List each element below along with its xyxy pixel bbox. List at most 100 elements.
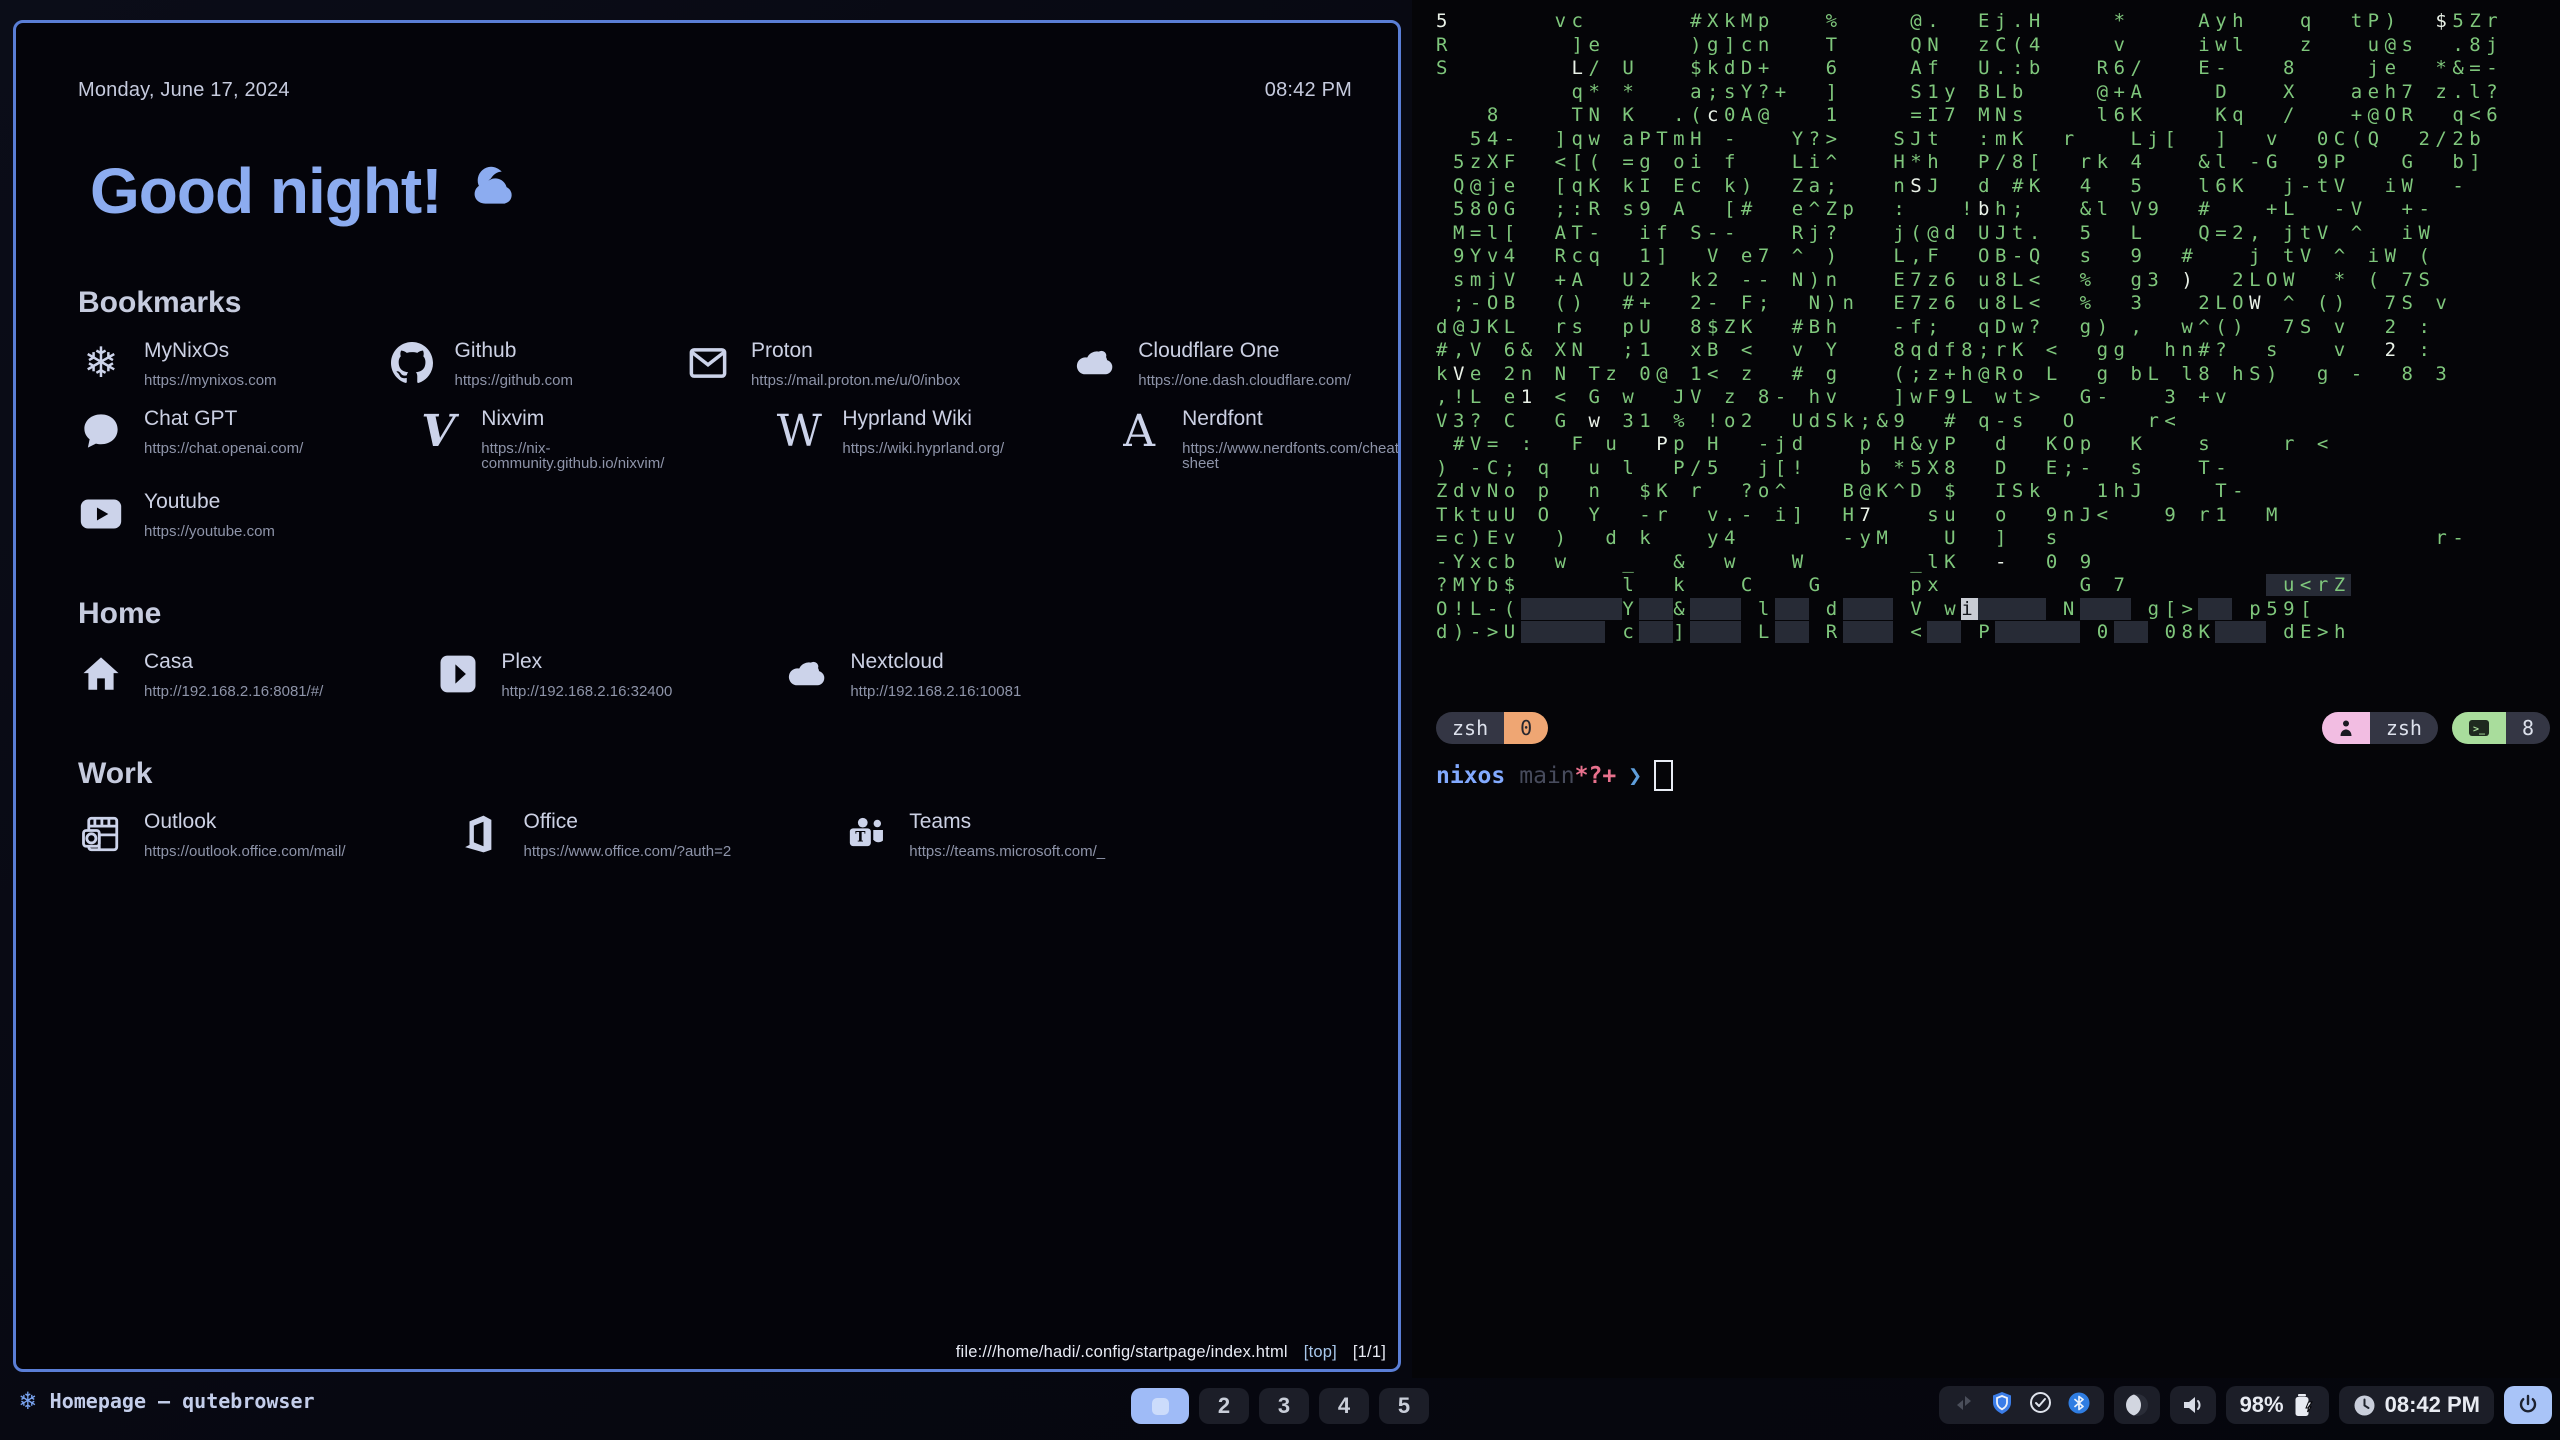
tile-row: Casahttp://192.168.2.16:8081/#/ Plex http:… (78, 651, 1352, 699)
user-icon (2322, 712, 2370, 744)
bookmark-url: https://chat.openai.com/ (144, 441, 303, 456)
tab-index-badge: 0 (1504, 712, 1548, 744)
bookmark-casa[interactable]: Casahttp://192.168.2.16:8081/#/ (78, 651, 323, 699)
wiki-w-icon: W (776, 408, 822, 454)
bookmark-title: Plex (501, 651, 672, 672)
prompt-git-flags: *?+ (1575, 763, 1617, 789)
clock-icon (2353, 1394, 2376, 1417)
power-button[interactable] (2504, 1386, 2552, 1424)
matrix-row: ,!L e1 < G w JV z 8- hv ]wF9L wt> G- 3 +… (1436, 386, 2503, 410)
bookmark-nerdfont[interactable]: ANerdfonthttps://www.nerdfonts.com/cheat… (1116, 408, 1401, 471)
bookmark-office[interactable]: Officehttps://www.office.com/?auth=2 (457, 811, 731, 859)
clock-widget[interactable]: 08:42 PM (2339, 1386, 2494, 1424)
bookmark-title: Nixvim (481, 408, 664, 429)
matrix-row: kVe 2n N Tz 0@ 1< z # g (;z+h@Ro L g bL … (1436, 363, 2503, 387)
bookmark-title: Office (523, 811, 731, 832)
date-label: Monday, June 17, 2024 (78, 79, 290, 102)
moon-icon (2126, 1394, 2148, 1416)
cloud-icon (1072, 340, 1118, 386)
matrix-row: M=l[ AT- if S-- Rj? j(@d UJt. 5 L Q=2, j… (1436, 222, 2503, 246)
greeting: Good night! (90, 154, 1352, 228)
bookmark-url: https://wiki.hyprland.org/ (842, 441, 1004, 456)
matrix-row: 5zXF <[( =g oi f Li^ H*h P/8[ rk 4 &l -G… (1436, 151, 2503, 175)
workspace-button-1[interactable] (1131, 1388, 1189, 1424)
bookmark-title: Teams (909, 811, 1105, 832)
bookmark-title: Proton (751, 340, 960, 361)
workspace-button-4[interactable]: 4 (1319, 1388, 1369, 1424)
bookmark-url: https://mail.proton.me/u/0/inbox (751, 373, 960, 388)
bookmark-github[interactable]: Github https://github.com (389, 340, 573, 388)
status-pill-label: zsh (2370, 712, 2438, 744)
workspace-button-2[interactable]: 2 (1199, 1388, 1249, 1424)
statusbar-url: file:///home/hadi/.config/startpage/inde… (956, 1343, 1288, 1361)
svg-text:T: T (855, 830, 866, 846)
matrix-row: -Yxcb w _ & w W _lK - 0 9 (1436, 551, 2503, 575)
workspace-button-3[interactable]: 3 (1259, 1388, 1309, 1424)
tile-row: Youtubehttps://youtube.com (78, 491, 1352, 539)
matrix-row: ;-OB () #+ 2- F; N)n E7z6 u8L< % 3 2LOW … (1436, 292, 2503, 316)
tile-row: Chat GPThttps://chat.openai.com/V Nixvim h… (78, 408, 1352, 471)
bookmark-title: Github (455, 340, 573, 361)
tab-name: zsh (1436, 712, 1504, 744)
night-light-toggle[interactable] (2114, 1386, 2160, 1424)
check-circle-icon[interactable] (2029, 1391, 2052, 1419)
prompt-symbol: ❯ (1628, 763, 1642, 789)
status-pill-label: 8 (2506, 712, 2550, 744)
matrix-row: ?MYb$ l k C G px G 7 u<rZ (1436, 574, 2503, 598)
tile-row: Outlookhttps://outlook.office.com/mail/O… (78, 811, 1352, 859)
taskbar-window-title: ❄ Homepage — qutebrowser (20, 1388, 315, 1414)
bookmark-url: https://mynixos.com (144, 373, 277, 388)
matrix-row: ) -C; q u l P/5 j[! b *5X8 D E;- s T- (1436, 457, 2503, 481)
speaker-icon (2181, 1394, 2205, 1416)
bookmark-url: https://one.dash.cloudflare.com/ (1138, 373, 1351, 388)
chat-bubble-icon (78, 408, 124, 454)
github-icon (389, 340, 435, 386)
nixos-icon: ❄ (20, 1388, 36, 1414)
bookmark-proton[interactable]: Proton https://mail.proton.me/u/0/inbox (685, 340, 960, 388)
youtube-icon (78, 491, 124, 537)
mail-icon (685, 340, 731, 386)
battery-status[interactable]: 98% (2226, 1386, 2329, 1424)
bookmark-title: Hyprland Wiki (842, 408, 1004, 429)
bookmark-cloudflare-one[interactable]: Cloudflare Onehttps://one.dash.cloudflar… (1072, 340, 1351, 388)
greeting-text: Good night! (90, 154, 442, 228)
shell-prompt[interactable]: nixos main*?+ ❯ (1436, 760, 1673, 791)
nixvim-v-icon: V (415, 408, 461, 454)
terminal-tab-zsh[interactable]: zsh 0 (1436, 712, 1548, 744)
taskbar: ❄ Homepage — qutebrowser 2345 98% (0, 1378, 2560, 1440)
bookmark-mynixos[interactable]: ❄MyNixOshttps://mynixos.com (78, 340, 277, 388)
statusbar-tab-index: [1/1] (1353, 1343, 1386, 1361)
bookmark-outlook[interactable]: Outlookhttps://outlook.office.com/mail/ (78, 811, 345, 859)
bookmark-title: Outlook (144, 811, 345, 832)
terminal-cursor (1654, 760, 1673, 791)
bookmark-url: https://www.nerdfonts.com/cheat-sheet (1182, 441, 1401, 471)
section-title: Work (78, 757, 1352, 791)
matrix-row: V3? C G w 31 % !o2 UdSk;&9 # q-s O r< (1436, 410, 2503, 434)
bookmark-url: https://teams.microsoft.com/_ (909, 844, 1105, 859)
bookmark-youtube[interactable]: Youtubehttps://youtube.com (78, 491, 275, 539)
plex-icon (435, 651, 481, 697)
bookmark-hyprland-wiki[interactable]: W Hyprland Wiki https://wiki.hyprland.org/ (776, 408, 1004, 456)
status-pill-zsh: zsh (2322, 712, 2438, 744)
bookmark-url: http://192.168.2.16:32400 (501, 684, 672, 699)
power-icon (2516, 1393, 2540, 1417)
bookmark-url: https://youtube.com (144, 524, 275, 539)
battery-icon (2293, 1392, 2315, 1418)
bookmark-chat-gpt[interactable]: Chat GPThttps://chat.openai.com/ (78, 408, 303, 456)
workspace-button-5[interactable]: 5 (1379, 1388, 1429, 1424)
bookmark-url: https://github.com (455, 373, 573, 388)
bluetooth-icon[interactable] (2068, 1391, 2090, 1420)
bookmark-plex[interactable]: Plex http://192.168.2.16:32400 (435, 651, 672, 699)
shield-icon[interactable] (1991, 1391, 2013, 1420)
bookmark-url: http://192.168.2.16:8081/#/ (144, 684, 323, 699)
terminal-icon: >_ (2452, 712, 2506, 744)
status-pill-8: >_8 (2452, 712, 2550, 744)
bookmark-teams[interactable]: T Teams https://teams.microsoft.com/_ (843, 811, 1105, 859)
matrix-row: d@JKL rs pU 8$ZK #Bh -f; qDw? g) , w^() … (1436, 316, 2503, 340)
matrix-rain-output: 5 vc #XkMp % @. Ej.H * Ayh q tP) $5ZrR ]… (1436, 10, 2503, 645)
bookmark-nextcloud[interactable]: Nextcloudhttp://192.168.2.16:10081 (784, 651, 1021, 699)
active-workspace-indicator (1152, 1398, 1169, 1415)
kdeconnect-icon[interactable] (1953, 1392, 1975, 1419)
bookmark-nixvim[interactable]: VNixvimhttps://nix-community.github.io/n… (415, 408, 664, 471)
volume-button[interactable] (2170, 1386, 2216, 1424)
